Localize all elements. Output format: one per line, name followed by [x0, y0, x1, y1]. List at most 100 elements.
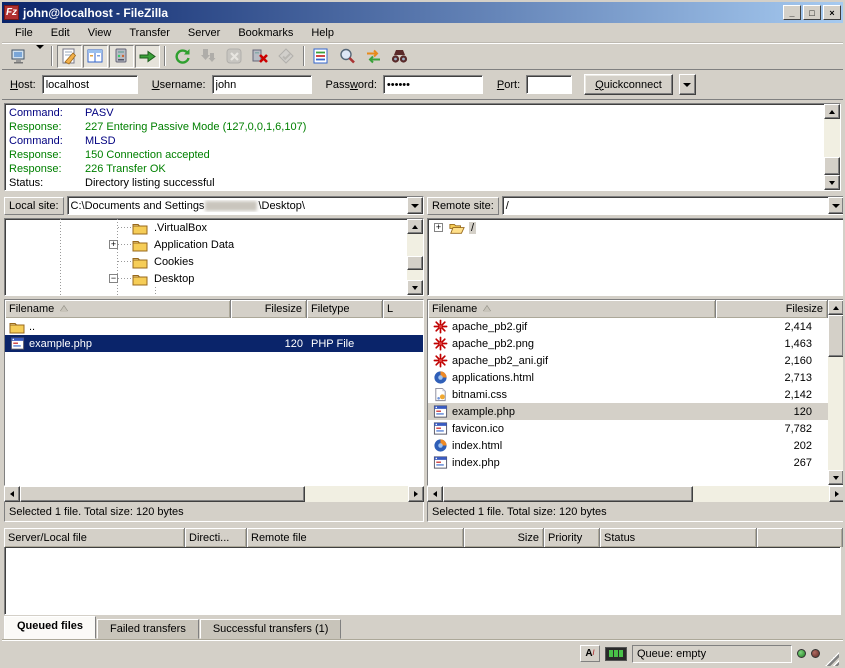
menu-help[interactable]: Help	[302, 25, 343, 41]
tab-successful-transfers-1-[interactable]: Successful transfers (1)	[200, 619, 342, 639]
minimize-button[interactable]: _	[783, 5, 801, 20]
menu-edit[interactable]: Edit	[42, 25, 79, 41]
file-row-apache-pb2-ani-gif[interactable]: apache_pb2_ani.gif 2,160	[428, 352, 828, 369]
queue-column-status[interactable]: Status	[600, 528, 757, 547]
toggle-message-log-button[interactable]	[57, 45, 82, 68]
plus-expander-icon[interactable]: +	[109, 240, 118, 249]
local-site-dropdown-button[interactable]	[407, 197, 423, 214]
remote-list-scrollbar[interactable]	[828, 300, 844, 485]
tab-failed-transfers[interactable]: Failed transfers	[97, 619, 199, 639]
speed-limit-icon[interactable]	[605, 647, 627, 661]
local-hscrollbar[interactable]	[4, 486, 424, 502]
tree-item--virtualbox[interactable]: .VirtualBox	[5, 219, 423, 236]
remote-site-combobox[interactable]: /	[502, 196, 845, 215]
quickconnect-dropdown-button[interactable]	[679, 74, 696, 95]
scroll-right-button[interactable]	[829, 486, 845, 502]
toggle-remote-tree-button[interactable]	[109, 45, 134, 68]
column-header-l[interactable]: L	[383, 300, 423, 318]
scroll-down-button[interactable]	[828, 470, 844, 485]
file-row-bitnami-css[interactable]: bitnami.css 2,142	[428, 386, 828, 403]
site-manager-dropdown-button[interactable]	[32, 45, 47, 68]
column-header-filename[interactable]: Filename	[5, 300, 231, 318]
remote-site-dropdown-button[interactable]	[828, 197, 844, 214]
activity-led-green-icon	[797, 649, 806, 658]
column-header-filetype[interactable]: Filetype	[307, 300, 383, 318]
toggle-transfer-queue-button[interactable]	[135, 45, 160, 68]
file-row--[interactable]: ..	[5, 318, 423, 335]
tree-item-desktop[interactable]: − Desktop	[5, 270, 423, 287]
scrollbar-thumb[interactable]	[828, 315, 844, 357]
resize-grip[interactable]	[825, 652, 839, 666]
username-input[interactable]	[212, 75, 312, 94]
password-input[interactable]	[383, 75, 483, 94]
file-row-apache-pb2-gif[interactable]: apache_pb2.gif 2,414	[428, 318, 828, 335]
scroll-up-button[interactable]	[828, 300, 844, 315]
close-button[interactable]: ×	[823, 5, 841, 20]
find-files-button[interactable]	[387, 45, 412, 68]
directory-listing-filters-button[interactable]	[309, 45, 334, 68]
synchronized-browsing-button[interactable]	[361, 45, 386, 68]
queue-column-size[interactable]: Size	[464, 528, 544, 547]
file-row-example-php[interactable]: example.php 120	[428, 403, 828, 420]
cancel-operation-button[interactable]	[222, 45, 247, 68]
reconnect-button[interactable]	[274, 45, 299, 68]
maximize-button[interactable]: □	[803, 5, 821, 20]
directory-comparison-button[interactable]	[335, 45, 360, 68]
plus-expander-icon[interactable]: +	[434, 223, 443, 232]
queue-column-blank[interactable]	[757, 528, 843, 547]
scroll-right-button[interactable]	[408, 486, 424, 502]
local-tree-scrollbar[interactable]	[407, 219, 423, 295]
tree-item-cookies[interactable]: Cookies	[5, 253, 423, 270]
title-bar[interactable]: Fz john@localhost - FileZilla _ □ ×	[2, 2, 843, 23]
quickconnect-button[interactable]: Quickconnect	[584, 74, 673, 95]
column-header-filesize[interactable]: Filesize	[231, 300, 307, 318]
queue-header: Server/Local file Directi... Remote file…	[4, 528, 841, 547]
file-row-index-html[interactable]: index.html 202	[428, 437, 828, 454]
tree-item-root[interactable]: + /	[428, 219, 844, 236]
host-input[interactable]	[42, 75, 138, 94]
scroll-left-button[interactable]	[4, 486, 20, 502]
scrollbar-thumb[interactable]	[443, 486, 693, 502]
queue-body[interactable]	[4, 547, 841, 615]
queue-column-remote-file[interactable]: Remote file	[247, 528, 464, 547]
scroll-up-button[interactable]	[407, 219, 423, 234]
menu-view[interactable]: View	[79, 25, 121, 41]
message-log-scrollbar[interactable]	[824, 104, 840, 190]
column-header-filesize[interactable]: Filesize	[716, 300, 828, 318]
remote-hscrollbar[interactable]	[427, 486, 845, 502]
file-row-favicon-ico[interactable]: favicon.ico 7,782	[428, 420, 828, 437]
refresh-button[interactable]	[170, 45, 195, 68]
queue-column-priority[interactable]: Priority	[544, 528, 600, 547]
menu-transfer[interactable]: Transfer	[120, 25, 179, 41]
transfer-type-icon[interactable]: A/	[580, 645, 600, 662]
column-header-filename[interactable]: Filename	[428, 300, 716, 318]
scroll-up-button[interactable]	[824, 104, 840, 119]
process-queue-button[interactable]	[196, 45, 221, 68]
folder-open-icon	[449, 220, 465, 236]
tree-item-application-data[interactable]: + Application Data	[5, 236, 423, 253]
scrollbar-thumb[interactable]	[407, 256, 423, 270]
disconnect-button[interactable]	[248, 45, 273, 68]
local-site-combobox[interactable]: C:\Documents and Settings\Desktop\	[67, 196, 424, 215]
file-row-example-php[interactable]: example.php 120 PHP File 1	[5, 335, 423, 352]
site-manager-button[interactable]	[6, 45, 31, 68]
file-row-applications-html[interactable]: applications.html 2,713	[428, 369, 828, 386]
refresh-icon	[173, 47, 192, 66]
scroll-down-button[interactable]	[407, 280, 423, 295]
port-input[interactable]	[526, 75, 572, 94]
scroll-left-button[interactable]	[427, 486, 443, 502]
folder-icon	[132, 271, 148, 287]
scroll-down-button[interactable]	[824, 175, 840, 190]
file-row-index-php[interactable]: index.php 267	[428, 454, 828, 471]
menu-file[interactable]: File	[6, 25, 42, 41]
tab-queued-files[interactable]: Queued files	[4, 616, 96, 639]
scrollbar-thumb[interactable]	[824, 157, 840, 175]
scrollbar-thumb[interactable]	[20, 486, 305, 502]
menu-server[interactable]: Server	[179, 25, 229, 41]
file-row-apache-pb2-png[interactable]: apache_pb2.png 1,463	[428, 335, 828, 352]
menu-bookmarks[interactable]: Bookmarks	[229, 25, 302, 41]
queue-column-server-local-file[interactable]: Server/Local file	[4, 528, 185, 547]
queue-column-directi-[interactable]: Directi...	[185, 528, 247, 547]
toggle-local-tree-button[interactable]	[83, 45, 108, 68]
minus-expander-icon[interactable]: −	[109, 274, 118, 283]
